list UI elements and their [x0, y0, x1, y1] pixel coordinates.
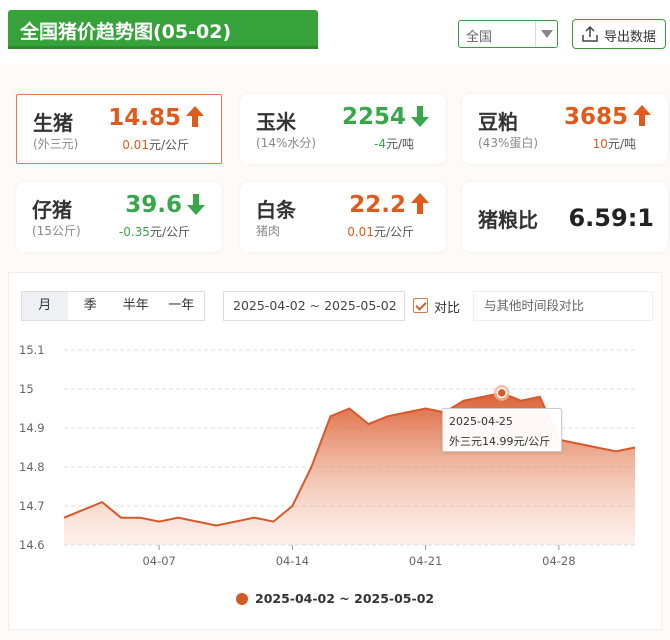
card-change: 0.01元/公斤	[122, 136, 189, 153]
region-select[interactable]: 全国	[458, 20, 558, 48]
card-price: 22.2	[349, 192, 406, 218]
card-change-unit: 元/公斤	[149, 225, 190, 239]
card-price: 3685	[563, 104, 628, 130]
card-sub: (43%蛋白)	[478, 136, 539, 150]
export-data-label: 导出数据	[604, 30, 657, 45]
chevron-down-icon[interactable]	[535, 21, 557, 47]
card-piglet[interactable]: 仔猪 (15公斤) 39.6 -0.35元/公斤	[16, 182, 222, 252]
card-sub: 猪肉	[256, 224, 281, 238]
card-change: 0.01元/公斤	[347, 223, 414, 240]
page-title: 全国猪价趋势图(05-02)	[20, 21, 232, 43]
tooltip-date: 2025-04-25	[449, 415, 513, 428]
card-name: 仔猪	[32, 198, 72, 222]
card-sub: (14%水分)	[256, 136, 317, 150]
data-point	[496, 387, 508, 399]
card-change-unit: 元/吨	[385, 137, 414, 151]
tooltip-value: 外三元14.99元/公斤	[449, 435, 551, 448]
card-change: -0.35元/公斤	[119, 223, 190, 240]
card-price: 14.85	[108, 105, 181, 131]
chart-panel: 月 季 半年 一年 2025-04-02 ~ 2025-05-02 对比 与其他…	[8, 272, 662, 630]
y-tick-label: 15.1	[19, 343, 45, 357]
x-tick-label: 04-21	[409, 554, 442, 568]
title-underline	[8, 46, 318, 49]
y-tick-label: 14.9	[19, 421, 45, 435]
region-select-value: 全国	[466, 30, 493, 45]
y-tick-label: 14.8	[19, 460, 45, 474]
card-change-value: -0.35	[118, 225, 150, 239]
card-name: 生猪	[33, 111, 73, 135]
card-change-value: 0.01	[122, 138, 149, 152]
legend-label[interactable]: 2025-04-02 ~ 2025-05-02	[255, 591, 434, 606]
price-trend-chart: 14.614.714.814.91515.1 04-07 04-14 04-21 04…	[19, 343, 636, 568]
arrow-down-icon	[411, 106, 429, 127]
x-tick-label: 04-14	[276, 554, 309, 568]
card-price: 2254	[341, 104, 406, 130]
upload-icon	[582, 25, 598, 42]
arrow-up-icon	[633, 105, 651, 126]
card-hog-grain-ratio[interactable]: 猪粮比 6.59:1	[462, 182, 668, 252]
x-axis: 04-07 04-14 04-21 04-28	[142, 545, 576, 568]
title-tab: 全国猪价趋势图(05-02)	[8, 10, 318, 48]
card-change-unit: 元/吨	[607, 137, 636, 151]
export-data-button[interactable]: 导出数据	[572, 19, 666, 49]
chart-tooltip: 2025-04-25 外三元14.99元/公斤	[442, 408, 562, 452]
card-name: 猪粮比	[478, 208, 538, 232]
x-tick-label: 04-07	[142, 554, 175, 568]
card-name: 玉米	[256, 110, 296, 134]
card-change: -4元/吨	[374, 135, 414, 152]
legend-marker[interactable]	[236, 593, 248, 605]
card-sub: (外三元)	[33, 137, 79, 151]
card-soybean-meal[interactable]: 豆粕 (43%蛋白) 3685 10元/吨	[462, 94, 668, 164]
card-sub: (15公斤)	[32, 224, 81, 238]
card-change: 10元/吨	[593, 135, 636, 152]
card-change-value: -4	[373, 137, 386, 151]
x-tick-label: 04-28	[542, 554, 575, 568]
card-live-hog[interactable]: 生猪 (外三元) 14.85 0.01元/公斤	[16, 94, 222, 164]
y-tick-label: 14.6	[19, 538, 45, 552]
card-corn[interactable]: 玉米 (14%水分) 2254 -4元/吨	[240, 94, 446, 164]
y-tick-label: 14.7	[19, 499, 45, 513]
arrow-up-icon	[411, 193, 429, 214]
card-change-unit: 元/公斤	[148, 138, 189, 152]
card-pork-carcass[interactable]: 白条 猪肉 22.2 0.01元/公斤	[240, 182, 446, 252]
card-name: 白条	[256, 198, 296, 222]
y-tick-label: 15	[19, 382, 34, 396]
card-change-value: 10	[592, 137, 608, 151]
header-bar: 全国猪价趋势图(05-02) 全国 导出数据	[0, 0, 670, 64]
card-change-unit: 元/公斤	[373, 225, 414, 239]
card-name: 豆粕	[478, 110, 518, 134]
card-ratio: 6.59:1	[568, 204, 654, 232]
y-axis: 14.6 14.7 14.8 14.9 15 15.1	[19, 343, 45, 552]
card-price: 39.6	[125, 192, 182, 218]
arrow-down-icon	[187, 194, 205, 215]
arrow-up-icon	[186, 106, 204, 127]
card-change-value: 0.01	[347, 225, 374, 239]
